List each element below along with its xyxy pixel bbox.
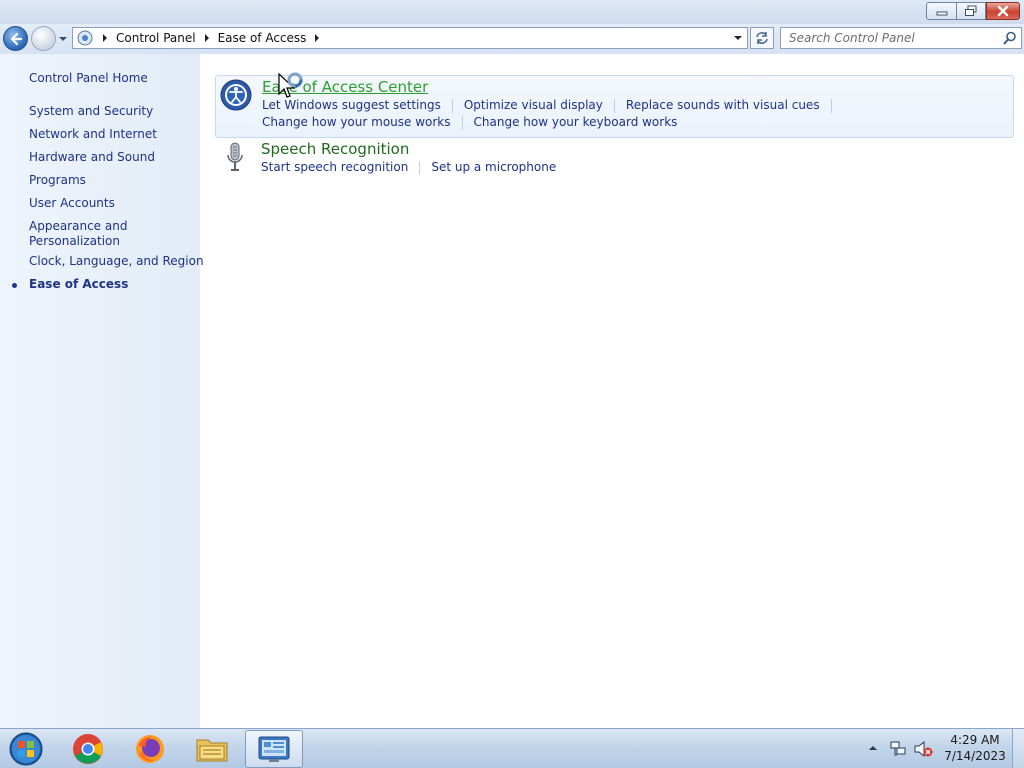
speech-recognition-link[interactable]: Speech Recognition bbox=[261, 140, 409, 158]
breadcrumb-separator-icon[interactable] bbox=[99, 32, 111, 44]
taskbar-chrome[interactable] bbox=[59, 730, 117, 768]
link-separator bbox=[419, 161, 421, 175]
search-box[interactable] bbox=[780, 27, 1022, 49]
breadcrumb-control-panel[interactable]: Control Panel bbox=[116, 31, 196, 45]
change-keyboard-link[interactable]: Change how your keyboard works bbox=[474, 115, 678, 130]
minimize-icon bbox=[936, 11, 947, 16]
sidebar-item-ease-of-access: Ease of Access bbox=[29, 277, 129, 291]
search-icon[interactable] bbox=[1003, 31, 1017, 45]
firefox-icon bbox=[136, 735, 164, 763]
category-speech-recognition[interactable]: Speech Recognition Start speech recognit… bbox=[215, 138, 1014, 201]
sidebar-item-user-accounts[interactable]: User Accounts bbox=[29, 196, 115, 211]
volume-muted-icon[interactable] bbox=[913, 740, 933, 758]
back-button[interactable] bbox=[3, 26, 28, 51]
ease-of-access-center-link[interactable]: Ease of Access Center bbox=[262, 78, 428, 96]
speech-recognition-links-row: Start speech recognition Set up a microp… bbox=[261, 160, 556, 175]
link-separator bbox=[830, 99, 832, 113]
show-hidden-icons-chevron-icon[interactable] bbox=[868, 743, 878, 753]
clock-date: 7/14/2023 bbox=[944, 749, 1006, 763]
refresh-button[interactable] bbox=[750, 27, 774, 49]
address-bar[interactable]: Control Panel Ease of Access bbox=[72, 27, 748, 49]
start-button[interactable] bbox=[6, 731, 46, 767]
taskbar-firefox[interactable] bbox=[121, 730, 179, 768]
sidebar-item-system-and-security[interactable]: System and Security bbox=[29, 104, 153, 119]
link-separator bbox=[461, 116, 463, 130]
sidebar-item-hardware-and-sound[interactable]: Hardware and Sound bbox=[29, 150, 155, 165]
close-icon bbox=[997, 5, 1009, 17]
taskbar-file-explorer[interactable] bbox=[183, 730, 241, 768]
link-separator bbox=[451, 99, 453, 113]
left-navigation-pane: Control Panel Home System and Security N… bbox=[0, 54, 204, 728]
recent-pages-chevron-icon[interactable] bbox=[58, 34, 68, 44]
ease-of-access-links-row2: Change how your mouse works Change how y… bbox=[262, 115, 677, 130]
chrome-icon bbox=[73, 734, 103, 764]
close-button[interactable] bbox=[986, 2, 1020, 20]
change-mouse-link[interactable]: Change how your mouse works bbox=[262, 115, 451, 130]
ease-of-access-links-row1: Let Windows suggest settings Optimize vi… bbox=[262, 98, 843, 113]
sidebar-item-appearance-and-personalization[interactable]: Appearance and bbox=[29, 219, 127, 234]
sidebar-item-clock-language-region[interactable]: Clock, Language, and Region bbox=[29, 254, 204, 269]
file-explorer-icon bbox=[196, 739, 228, 762]
chevron-down-icon bbox=[734, 36, 742, 40]
breadcrumb-ease-of-access[interactable]: Ease of Access bbox=[218, 31, 307, 45]
back-arrow-icon bbox=[10, 32, 22, 45]
sidebar-item-programs[interactable]: Programs bbox=[29, 173, 86, 188]
minimize-button[interactable] bbox=[926, 2, 956, 20]
taskbar-clock[interactable]: 4:29 AM 7/14/2023 bbox=[940, 732, 1010, 764]
replace-sounds-with-visual-cues-link[interactable]: Replace sounds with visual cues bbox=[626, 98, 820, 113]
sidebar-item-network-and-internet[interactable]: Network and Internet bbox=[29, 127, 157, 142]
start-speech-recognition-link[interactable]: Start speech recognition bbox=[261, 160, 408, 175]
taskbar-control-panel[interactable] bbox=[245, 730, 303, 768]
forward-button[interactable] bbox=[31, 26, 56, 51]
network-icon[interactable] bbox=[889, 740, 907, 758]
restore-icon bbox=[965, 5, 977, 16]
control-panel-small-icon bbox=[77, 30, 93, 46]
let-windows-suggest-settings-link[interactable]: Let Windows suggest settings bbox=[262, 98, 441, 113]
sidebar-item-control-panel-home[interactable]: Control Panel Home bbox=[29, 71, 148, 86]
title-bar bbox=[0, 0, 1024, 24]
microphone-icon[interactable] bbox=[219, 141, 251, 173]
optimize-visual-display-link[interactable]: Optimize visual display bbox=[464, 98, 603, 113]
refresh-icon bbox=[756, 32, 768, 44]
current-page-bullet bbox=[12, 283, 17, 288]
ease-of-access-icon[interactable] bbox=[220, 79, 252, 111]
address-dropdown-button[interactable] bbox=[729, 28, 747, 48]
control-panel-icon bbox=[258, 736, 290, 762]
clock-time: 4:29 AM bbox=[950, 733, 1000, 747]
search-input[interactable] bbox=[781, 28, 997, 48]
breadcrumb-separator-icon[interactable] bbox=[311, 32, 323, 44]
link-separator bbox=[613, 99, 615, 113]
restore-button[interactable] bbox=[956, 2, 986, 20]
category-ease-of-access-center[interactable]: Ease of Access Center Let Windows sugges… bbox=[215, 75, 1014, 138]
taskbar: 4:29 AM 7/14/2023 bbox=[0, 728, 1024, 768]
breadcrumb-separator-icon[interactable] bbox=[201, 32, 213, 44]
navigation-bar: Control Panel Ease of Access bbox=[0, 24, 1024, 54]
show-desktop-button[interactable] bbox=[1012, 729, 1024, 768]
set-up-microphone-link[interactable]: Set up a microphone bbox=[431, 160, 556, 175]
sidebar-item-appearance-and-personalization-line2[interactable]: Personalization bbox=[29, 234, 120, 249]
